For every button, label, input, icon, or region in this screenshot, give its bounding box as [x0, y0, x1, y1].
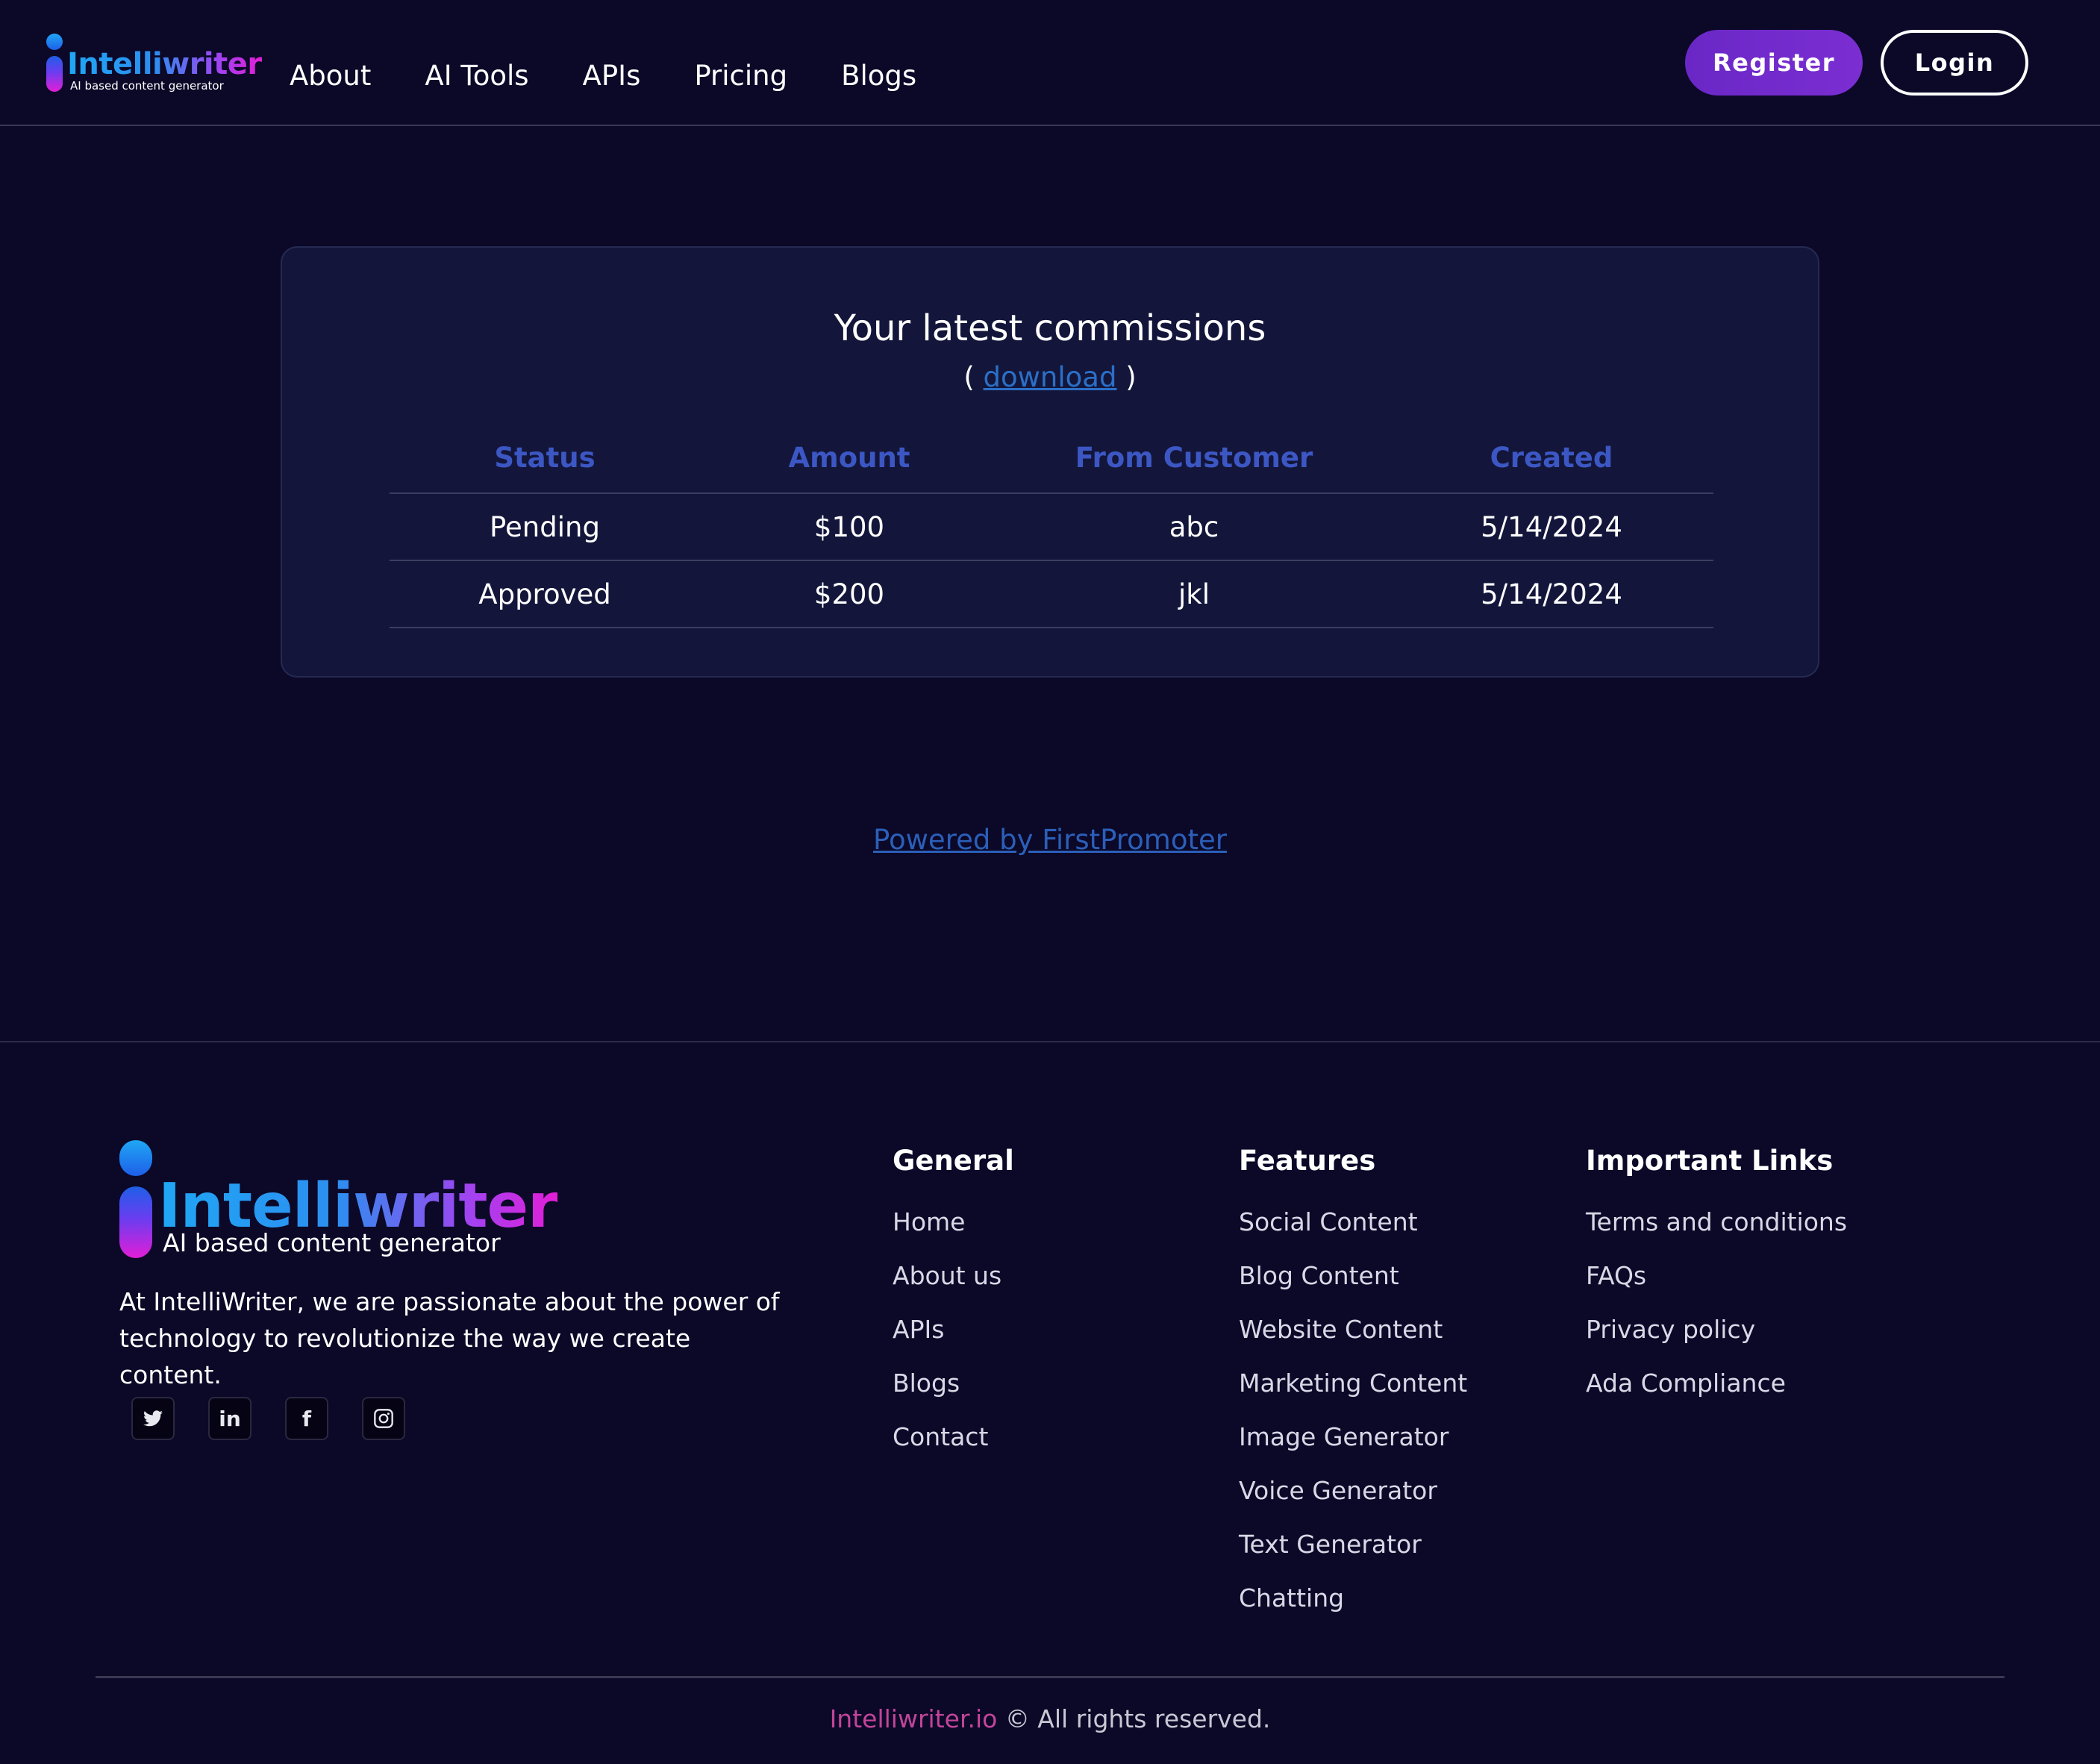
logo[interactable]: Intelliwriter AI based content generator [46, 30, 262, 97]
column-header-created: Created [1490, 442, 1613, 474]
cell-customer: abc [1169, 511, 1219, 543]
commissions-table: Status Amount From Customer Created Pend… [390, 427, 1713, 628]
commissions-card: Your latest commissions ( download ) Sta… [281, 246, 1819, 678]
paren-open: ( [963, 361, 975, 393]
commissions-title: Your latest commissions [834, 307, 1266, 349]
column-header-amount: Amount [788, 442, 910, 474]
download-link[interactable]: download [984, 361, 1117, 393]
main-nav: About AI Tools APIs Pricing Blogs [290, 57, 970, 96]
site-header: Intelliwriter AI based content generator… [0, 0, 2100, 126]
cell-amount: $100 [813, 511, 885, 543]
twitter-bird-glyph [143, 1410, 163, 1427]
nav-link-about[interactable]: About [290, 57, 371, 96]
instagram-icon[interactable] [362, 1397, 405, 1440]
table-header-row: Status Amount From Customer Created [390, 427, 1713, 494]
footer-link-chatting[interactable]: Chatting [1239, 1571, 1467, 1625]
footer-bottom-divider [96, 1676, 2004, 1678]
logo-bar-icon [46, 56, 63, 92]
footer-link-social-content[interactable]: Social Content [1239, 1195, 1467, 1249]
table-row: Approved $200 jkl 5/14/2024 [390, 561, 1713, 628]
cell-created: 5/14/2024 [1481, 578, 1622, 610]
nav-link-pricing[interactable]: Pricing [694, 57, 787, 96]
table-row: Pending $100 abc 5/14/2024 [390, 494, 1713, 561]
logo-tagline: AI based content generator [70, 79, 224, 93]
footer-link-marketing-content[interactable]: Marketing Content [1239, 1357, 1467, 1410]
footer-link-terms[interactable]: Terms and conditions [1586, 1195, 1847, 1249]
footer-link-text-generator[interactable]: Text Generator [1239, 1518, 1467, 1571]
footer-divider [0, 1041, 2100, 1042]
facebook-icon[interactable]: f [285, 1397, 328, 1440]
facebook-glyph: f [301, 1406, 312, 1431]
download-line: ( download ) [282, 361, 1818, 393]
cell-status: Pending [490, 511, 600, 543]
copyright: Intelliwriter.io © All rights reserved. [0, 1704, 2100, 1733]
logo-wordmark: Intelliwriter [67, 47, 262, 81]
paren-close: ) [1125, 361, 1137, 393]
footer-column-title: Features [1239, 1145, 1376, 1177]
footer-link-about-us[interactable]: About us [893, 1249, 1014, 1303]
footer-column-features: Features Social Content Blog Content Web… [1239, 1142, 1467, 1625]
footer-link-home[interactable]: Home [893, 1195, 1014, 1249]
footer-about-text: At IntelliWriter, we are passionate abou… [119, 1287, 780, 1389]
footer-link-blog-content[interactable]: Blog Content [1239, 1249, 1467, 1303]
copyright-brand[interactable]: Intelliwriter.io [830, 1704, 998, 1733]
nav-link-apis[interactable]: APIs [583, 57, 641, 96]
footer-column-title: Important Links [1586, 1145, 1834, 1177]
footer-link-blogs[interactable]: Blogs [893, 1357, 1014, 1410]
cell-created: 5/14/2024 [1481, 511, 1622, 543]
footer-column-general: General Home About us APIs Blogs Contact [893, 1142, 1014, 1464]
logo-dot-icon [119, 1140, 152, 1176]
social-links: in f [131, 1397, 439, 1440]
footer-column-title: General [893, 1145, 1014, 1177]
login-button[interactable]: Login [1881, 30, 2028, 96]
linkedin-icon[interactable]: in [208, 1397, 251, 1440]
footer-link-faqs[interactable]: FAQs [1586, 1249, 1847, 1303]
footer-logo[interactable]: Intelliwriter AI based content generator [119, 1140, 558, 1260]
footer-link-website-content[interactable]: Website Content [1239, 1303, 1467, 1357]
footer-link-contact[interactable]: Contact [893, 1410, 1014, 1464]
footer-link-voice-generator[interactable]: Voice Generator [1239, 1464, 1467, 1518]
column-header-status: Status [494, 442, 596, 474]
twitter-icon[interactable] [131, 1397, 175, 1440]
linkedin-glyph: in [219, 1406, 241, 1431]
cell-customer: jkl [1178, 578, 1210, 610]
footer-link-ada[interactable]: Ada Compliance [1586, 1357, 1847, 1410]
cell-status: Approved [478, 578, 611, 610]
cell-amount: $200 [813, 578, 885, 610]
logo-bar-icon [119, 1186, 152, 1258]
nav-link-blogs[interactable]: Blogs [841, 57, 916, 96]
footer-logo-tagline: AI based content generator [163, 1228, 501, 1257]
register-button[interactable]: Register [1685, 30, 1863, 96]
copyright-text: © All rights reserved. [997, 1704, 1271, 1733]
footer-column-important-links: Important Links Terms and conditions FAQ… [1586, 1142, 1847, 1410]
column-header-customer: From Customer [1075, 442, 1313, 474]
instagram-glyph [374, 1409, 393, 1428]
footer-link-apis[interactable]: APIs [893, 1303, 1014, 1357]
powered-by-link[interactable]: Powered by FirstPromoter [873, 824, 1227, 856]
nav-link-ai-tools[interactable]: AI Tools [425, 57, 528, 96]
footer-link-image-generator[interactable]: Image Generator [1239, 1410, 1467, 1464]
powered-by: Powered by FirstPromoter [0, 824, 2100, 856]
logo-dot-icon [46, 34, 63, 50]
footer-link-privacy[interactable]: Privacy policy [1586, 1303, 1847, 1357]
page: Intelliwriter AI based content generator… [0, 0, 2100, 1764]
